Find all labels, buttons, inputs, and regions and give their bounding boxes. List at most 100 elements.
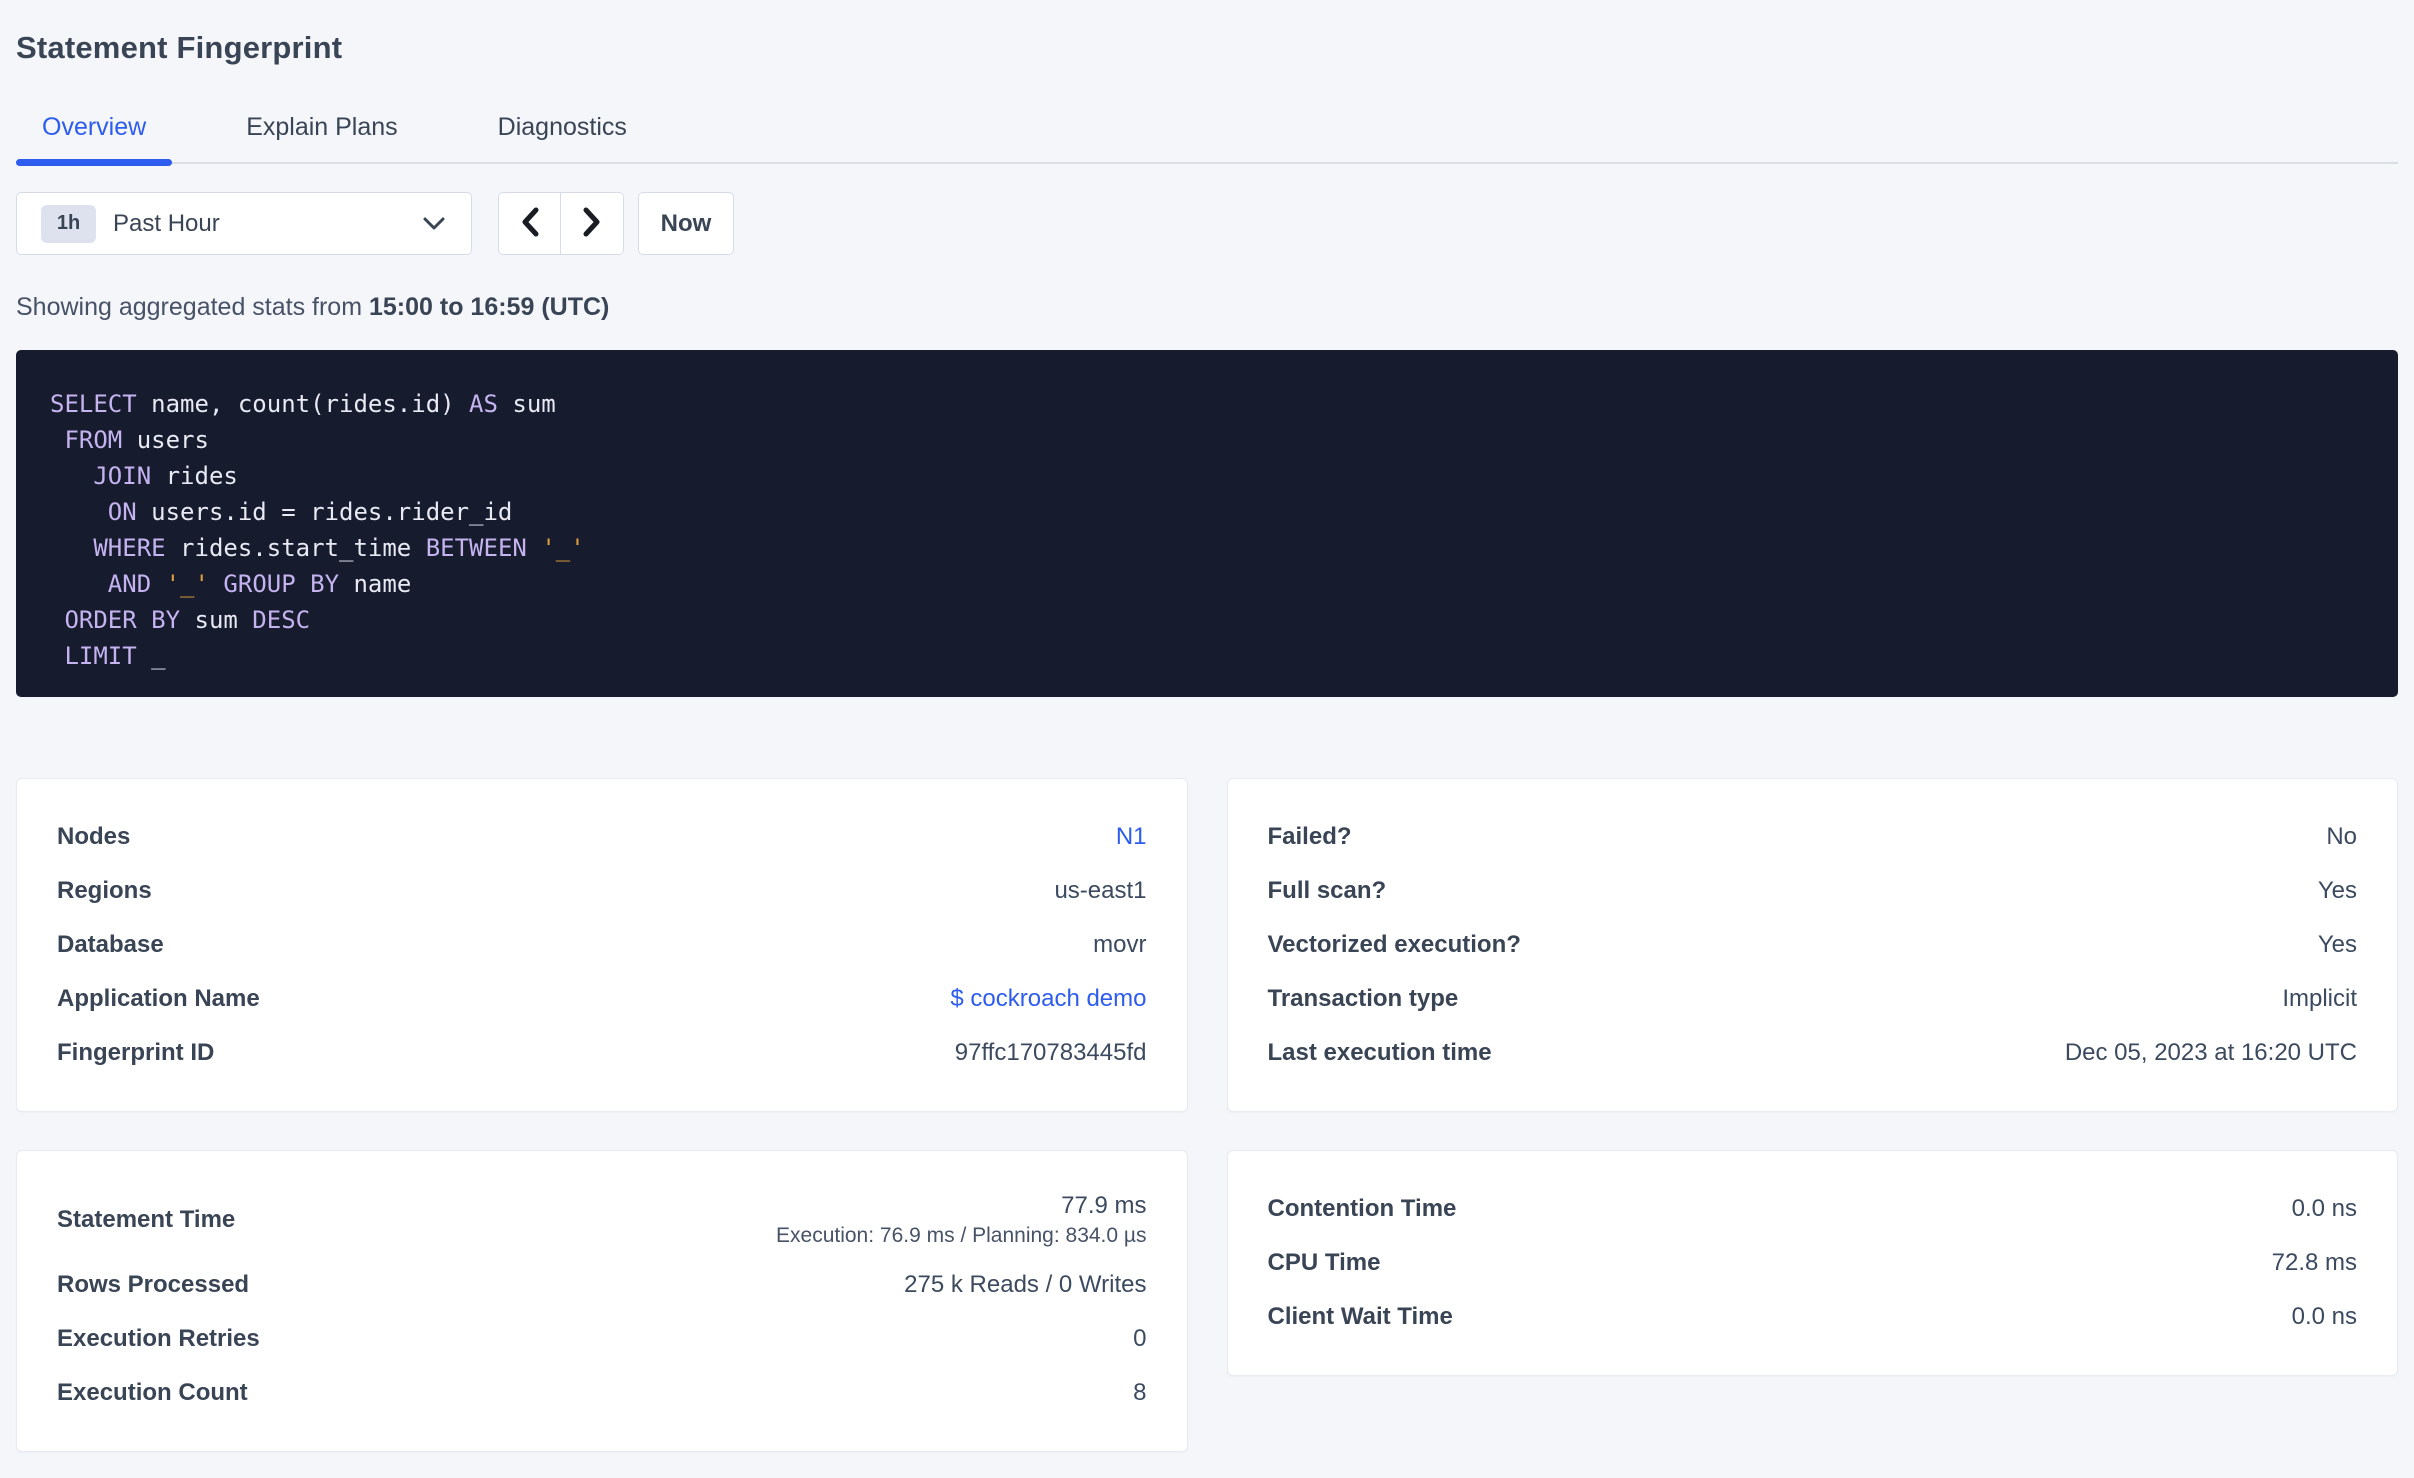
sql-token: name, count(rides.id) xyxy=(136,390,470,418)
row-label: Client Wait Time xyxy=(1267,1303,1453,1330)
interval-arrows xyxy=(498,192,624,255)
contention-time-value: 0.0 ns xyxy=(2291,1195,2357,1222)
execution-count-value: 8 xyxy=(1133,1379,1147,1406)
row-cpu-time: CPU Time 72.8 ms xyxy=(1268,1236,2358,1290)
sql-statement: SELECT name, count(rides.id) AS sum FROM… xyxy=(16,350,2398,697)
page-title: Statement Fingerprint xyxy=(16,30,343,65)
sql-token: WHERE xyxy=(93,534,166,562)
aggregation-note-range: 15:00 to 16:59 (UTC) xyxy=(369,293,610,321)
now-button[interactable]: Now xyxy=(638,192,734,255)
statement-time-breakdown: Execution: 76.9 ms / Planning: 834.0 µs xyxy=(776,1224,1147,1247)
sql-line: JOIN rides xyxy=(50,458,2368,494)
row-label: Statement Time xyxy=(57,1206,236,1233)
sql-token: _ xyxy=(136,642,166,670)
tab-bar: Overview Explain Plans Diagnostics xyxy=(16,112,2398,166)
sql-line: AND '_' GROUP BY name xyxy=(50,566,2368,602)
time-interval-select[interactable]: 1h Past Hour xyxy=(16,192,472,255)
row-label: Execution Count xyxy=(57,1379,248,1406)
prev-interval-button[interactable] xyxy=(499,193,561,254)
rows-processed-value: 275 k Reads / 0 Writes xyxy=(904,1271,1147,1298)
row-nodes: Nodes N1 xyxy=(57,810,1147,864)
execution-attributes-card: Failed? No Full scan? Yes Vectorized exe… xyxy=(1226,778,2398,1112)
sql-token: DESC xyxy=(252,606,311,634)
row-label: Full scan? xyxy=(1267,877,1387,904)
row-label: Regions xyxy=(57,877,152,904)
sql-token: AND xyxy=(107,570,152,598)
sql-token: GROUP BY xyxy=(223,570,340,598)
row-label: Application Name xyxy=(57,985,260,1012)
vectorized-execution-value: Yes xyxy=(2317,931,2357,958)
row-label: Transaction type xyxy=(1267,985,1459,1012)
sql-token: ON xyxy=(107,498,137,526)
chevron-left-icon xyxy=(520,206,540,241)
nodes-link[interactable]: N1 xyxy=(1116,823,1147,851)
row-label: Nodes xyxy=(57,823,131,850)
row-fingerprint-id: Fingerprint ID 97ffc170783445fd xyxy=(57,1026,1147,1080)
database-value: movr xyxy=(1093,931,1147,958)
full-scan-value: Yes xyxy=(2317,877,2357,904)
next-interval-button[interactable] xyxy=(561,193,623,254)
sql-token: BETWEEN xyxy=(425,534,527,562)
row-statement-time: Statement Time 77.9 ms Execution: 76.9 m… xyxy=(57,1182,1147,1258)
sql-token: users xyxy=(122,426,209,454)
time-stats-card: Contention Time 0.0 ns CPU Time 72.8 ms … xyxy=(1226,1150,2398,1376)
sql-token: name xyxy=(339,570,412,598)
row-execution-count: Execution Count 8 xyxy=(57,1366,1147,1420)
row-database: Database movr xyxy=(57,918,1147,972)
summary-cards: Nodes N1 Regions us-east1 Database movr … xyxy=(16,778,2398,1452)
sql-token: sum xyxy=(180,606,253,634)
regions-value: us-east1 xyxy=(1054,877,1147,904)
sql-line: FROM users xyxy=(50,422,2368,458)
row-transaction-type: Transaction type Implicit xyxy=(1268,972,2358,1026)
statement-stats-card: Statement Time 77.9 ms Execution: 76.9 m… xyxy=(16,1150,1188,1452)
row-client-wait-time: Client Wait Time 0.0 ns xyxy=(1268,1290,2358,1344)
chevron-right-icon xyxy=(582,206,602,241)
row-application-name: Application Name $ cockroach demo xyxy=(57,972,1147,1026)
sql-token: users.id = rides.rider_id xyxy=(136,498,513,526)
sql-token: sum xyxy=(497,390,556,418)
time-toolbar: 1h Past Hour Now xyxy=(16,192,2398,255)
sql-line: SELECT name, count(rides.id) AS sum xyxy=(50,386,2368,422)
row-full-scan: Full scan? Yes xyxy=(1268,864,2358,918)
row-contention-time: Contention Time 0.0 ns xyxy=(1268,1182,2358,1236)
sql-token: SELECT xyxy=(50,390,137,418)
row-label: Execution Retries xyxy=(57,1325,260,1352)
fingerprint-id-value: 97ffc170783445fd xyxy=(954,1039,1147,1066)
sql-token: AS xyxy=(469,390,498,418)
tab-explain-plans[interactable]: Explain Plans xyxy=(220,112,423,162)
row-label: Vectorized execution? xyxy=(1267,931,1521,958)
sql-line: ON users.id = rides.rider_id xyxy=(50,494,2368,530)
aggregation-note: Showing aggregated stats from 15:00 to 1… xyxy=(16,292,2398,322)
statement-time-value: 77.9 ms Execution: 76.9 ms / Planning: 8… xyxy=(776,1182,1146,1258)
failed-value: No xyxy=(2326,823,2357,850)
row-regions: Regions us-east1 xyxy=(57,864,1147,918)
sql-line: ORDER BY sum DESC xyxy=(50,602,2368,638)
row-label: Fingerprint ID xyxy=(57,1039,215,1066)
row-failed: Failed? No xyxy=(1268,810,2358,864)
sql-token: '_' xyxy=(541,534,585,562)
tab-overview[interactable]: Overview xyxy=(16,112,173,166)
sql-token: LIMIT xyxy=(64,642,137,670)
execution-retries-value: 0 xyxy=(1133,1325,1147,1352)
sql-token: '_' xyxy=(165,570,209,598)
row-label: CPU Time xyxy=(1267,1249,1381,1276)
sql-token: ORDER BY xyxy=(64,606,181,634)
last-execution-time-value: Dec 05, 2023 at 16:20 UTC xyxy=(2064,1039,2357,1066)
sql-line: WHERE rides.start_time BETWEEN '_' xyxy=(50,530,2368,566)
row-label: Last execution time xyxy=(1267,1039,1492,1066)
row-label: Rows Processed xyxy=(57,1271,250,1298)
row-vectorized-execution: Vectorized execution? Yes xyxy=(1268,918,2358,972)
row-rows-processed: Rows Processed 275 k Reads / 0 Writes xyxy=(57,1258,1147,1312)
application-name-link[interactable]: $ cockroach demo xyxy=(950,985,1146,1013)
tab-diagnostics[interactable]: Diagnostics xyxy=(472,112,653,162)
sql-token: rides xyxy=(151,462,238,490)
sql-token: rides.start_time xyxy=(165,534,426,562)
cpu-time-value: 72.8 ms xyxy=(2271,1249,2357,1276)
